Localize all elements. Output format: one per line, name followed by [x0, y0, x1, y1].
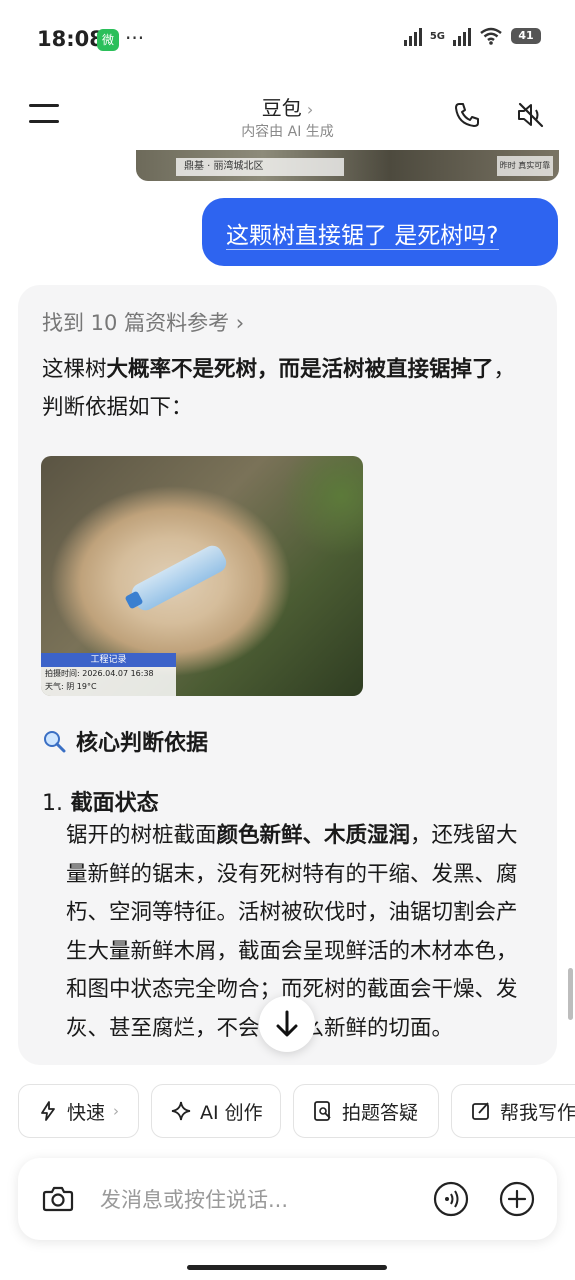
photo-time: 拍摄时间: 2026.04.07 16:38 — [45, 669, 154, 678]
intro-prefix: 这棵树 — [42, 357, 107, 382]
scrollbar[interactable] — [568, 968, 573, 1020]
quick-action-photo-question[interactable]: 拍题答疑 — [293, 1084, 439, 1138]
edit-icon — [472, 1102, 489, 1120]
status-bar: 18:08 微 ··· 5G 41 — [0, 0, 575, 80]
ai-disclaimer: 内容由 AI 生成 — [241, 124, 334, 140]
signal-5g-icon — [453, 26, 471, 46]
chevron-right-icon: › — [113, 1102, 120, 1120]
signal-icon — [403, 26, 422, 46]
section-heading: 核心判断依据 — [42, 725, 208, 757]
ai-answer-card: 找到 10 篇资料参考 › 这棵树大概率不是死树，而是活树被直接锯掉了，判断依据… — [18, 285, 557, 1065]
previous-photo[interactable]: 鼎基 · 丽湾城北区 昨时 真实可靠 — [136, 150, 559, 181]
home-indicator[interactable] — [187, 1265, 387, 1270]
arrow-down-icon — [276, 1010, 298, 1037]
chat-title-label: 豆包 — [261, 96, 302, 120]
quick-action-fast[interactable]: 快速 › — [18, 1084, 139, 1138]
previous-photo-watermark: 昨时 真实可靠 — [497, 156, 553, 176]
list-item-title: 截面状态 — [70, 791, 159, 816]
add-icon[interactable] — [498, 1180, 536, 1218]
quick-actions: 快速 › AI 创作 拍题答疑 帮我写作 — [18, 1084, 575, 1140]
wifi-icon — [480, 27, 502, 45]
quick-action-label: 快速 — [67, 1101, 106, 1124]
scroll-to-bottom-button[interactable] — [259, 996, 315, 1052]
photo-record-tag: 工程记录 — [41, 653, 176, 667]
previous-photo-caption: 鼎基 · 丽湾城北区 — [176, 158, 344, 176]
battery-icon: 41 — [511, 28, 541, 44]
more-notifications-icon: ··· — [125, 26, 145, 50]
lightning-icon — [41, 1101, 55, 1121]
phone-icon[interactable] — [452, 100, 482, 130]
user-message-text: 这颗树直接锯了 是死树吗? — [226, 223, 499, 250]
chevron-right-icon: › — [229, 311, 245, 335]
list-item-heading: 1. 截面状态 — [42, 785, 159, 817]
water-bottle-shape — [128, 542, 230, 614]
photo-weather: 天气: 阴 19°C — [45, 682, 97, 691]
quick-action-write[interactable]: 帮我写作 — [451, 1084, 575, 1138]
quick-action-label: AI 创作 — [200, 1101, 263, 1124]
quick-action-label: 拍题答疑 — [342, 1101, 419, 1124]
list-item-number: 1. — [42, 791, 63, 816]
status-indicators: 5G 41 — [403, 26, 541, 46]
voice-call-icon[interactable] — [432, 1180, 470, 1218]
intro-emphasis: 大概率不是死树，而是活树被直接锯掉了 — [106, 357, 494, 382]
user-message-bubble[interactable]: 这颗树直接锯了 是死树吗? — [202, 198, 558, 266]
quick-action-ai-create[interactable]: AI 创作 — [151, 1084, 281, 1138]
section-title: 核心判断依据 — [76, 731, 209, 756]
mute-icon[interactable] — [515, 100, 545, 130]
chevron-right-icon: › — [301, 100, 314, 119]
answer-intro: 这棵树大概率不是死树，而是活树被直接锯掉了，判断依据如下： — [42, 351, 532, 427]
wechat-notification-icon: 微 — [97, 29, 119, 51]
magnifier-icon — [44, 731, 66, 753]
chat-title[interactable]: 豆包 › — [0, 92, 575, 121]
message-input[interactable]: 发消息或按住说话... — [100, 1184, 288, 1214]
photo-search-icon — [314, 1101, 331, 1121]
message-input-bar: 发消息或按住说话... — [18, 1158, 557, 1240]
status-time: 18:08 — [37, 27, 104, 51]
tree-stump-photo[interactable]: 工程记录 拍摄时间: 2026.04.07 16:38 天气: 阴 19°C — [41, 456, 363, 696]
references-label: 找到 10 篇资料参考 — [42, 311, 230, 335]
network-label: 5G — [429, 30, 445, 42]
quick-action-label: 帮我写作 — [500, 1101, 575, 1124]
references-link[interactable]: 找到 10 篇资料参考 › — [42, 307, 244, 337]
item-body-emphasis: 颜色新鲜、木质湿润 — [216, 823, 411, 848]
photo-metadata: 拍摄时间: 2026.04.07 16:38 天气: 阴 19°C — [41, 667, 176, 696]
item-body-pre: 锯开的树桩截面 — [66, 823, 217, 848]
sparkle-icon — [171, 1101, 191, 1121]
camera-icon[interactable] — [40, 1181, 76, 1217]
